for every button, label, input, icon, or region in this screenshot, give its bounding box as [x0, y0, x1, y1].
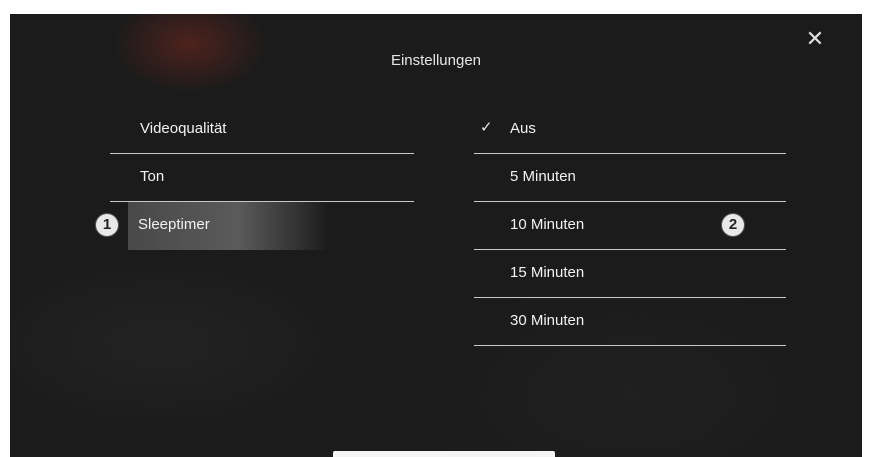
- option-30-minutes[interactable]: 30 Minuten: [474, 298, 786, 346]
- category-label: Sleeptimer: [138, 216, 210, 233]
- category-label: Videoqualität: [140, 120, 227, 137]
- option-label: Aus: [510, 120, 536, 137]
- option-15-minutes[interactable]: 15 Minuten: [474, 250, 786, 298]
- callout-badge-2: 2: [722, 214, 744, 236]
- category-sound[interactable]: Ton: [110, 154, 414, 202]
- option-5-minutes[interactable]: 5 Minuten: [474, 154, 786, 202]
- category-sleeptimer[interactable]: Sleeptimer: [128, 202, 328, 250]
- checkmark-icon: ✓: [480, 119, 493, 136]
- category-label: Ton: [140, 168, 165, 185]
- category-videoquality[interactable]: Videoqualität: [110, 106, 414, 154]
- option-label: 5 Minuten: [510, 168, 576, 185]
- callout-badge-1: 1: [96, 214, 118, 236]
- bottom-indicator: [333, 451, 555, 457]
- settings-dialog: Einstellungen ✕ Videoqualität Ton Sleept…: [10, 14, 862, 457]
- option-label: 10 Minuten: [510, 216, 585, 233]
- option-label: 15 Minuten: [510, 264, 585, 281]
- option-off[interactable]: ✓ Aus: [474, 106, 786, 154]
- dialog-title: Einstellungen: [390, 52, 482, 69]
- option-label: 30 Minuten: [510, 312, 585, 329]
- close-icon[interactable]: ✕: [804, 28, 826, 50]
